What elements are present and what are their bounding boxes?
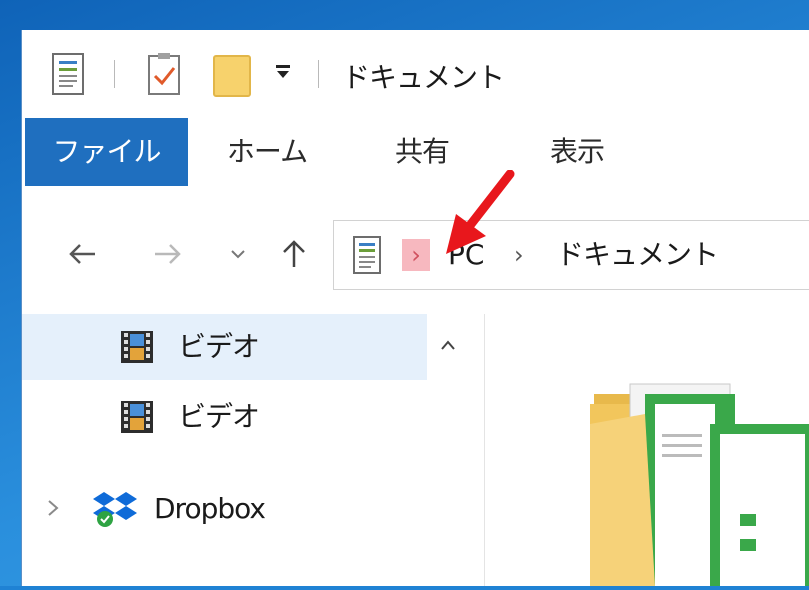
content-area xyxy=(485,314,809,587)
qat-dropdown-icon[interactable] xyxy=(274,64,292,84)
expand-chevron-icon[interactable] xyxy=(46,498,60,522)
annotation-arrow xyxy=(438,169,518,264)
breadcrumb-separator-highlighted[interactable]: › xyxy=(402,239,430,271)
tab-file[interactable]: ファイル xyxy=(25,118,188,186)
tab-view[interactable]: 表示 xyxy=(532,118,622,186)
nav-item-label: Dropbox xyxy=(154,492,266,525)
navigation-bar: › PC › ドキュメント xyxy=(22,208,809,304)
nav-item-label: ビデオ xyxy=(178,400,260,433)
nav-item-videos[interactable]: ビデオ xyxy=(22,314,427,380)
ribbon-tabs: ファイル ホーム 共有 表示 xyxy=(22,118,809,188)
up-icon[interactable] xyxy=(274,234,314,274)
title-bar: ドキュメント xyxy=(22,30,809,116)
document-icon xyxy=(352,235,382,279)
navigation-pane: ビデオ ビデオ Dropbox xyxy=(22,314,462,586)
address-bar[interactable]: › PC › ドキュメント xyxy=(333,220,809,290)
folder-documents-large-icon[interactable] xyxy=(590,364,809,590)
scroll-up-icon[interactable] xyxy=(440,332,456,357)
toolbar-separator xyxy=(114,60,115,88)
window-title: ドキュメント xyxy=(342,61,505,94)
explorer-window: ドキュメント ファイル ホーム 共有 表示 › PC › ドキュメント ビデオ … xyxy=(21,30,809,587)
nav-item-label: ビデオ xyxy=(178,330,260,363)
document-icon[interactable] xyxy=(50,52,86,100)
video-library-icon xyxy=(120,400,154,438)
nav-item-dropbox[interactable]: Dropbox xyxy=(22,476,427,542)
dropbox-icon xyxy=(92,488,138,532)
nav-item-videos[interactable]: ビデオ xyxy=(22,384,427,450)
back-icon[interactable] xyxy=(62,234,102,274)
checkmark-doc-icon[interactable] xyxy=(146,52,182,100)
breadcrumb-documents[interactable]: ドキュメント xyxy=(556,221,719,289)
forward-icon[interactable] xyxy=(148,234,188,274)
folder-icon[interactable] xyxy=(212,52,252,102)
toolbar-separator xyxy=(318,60,319,88)
tab-home[interactable]: ホーム xyxy=(212,118,322,186)
video-library-icon xyxy=(120,330,154,368)
recent-locations-icon[interactable] xyxy=(218,234,258,274)
